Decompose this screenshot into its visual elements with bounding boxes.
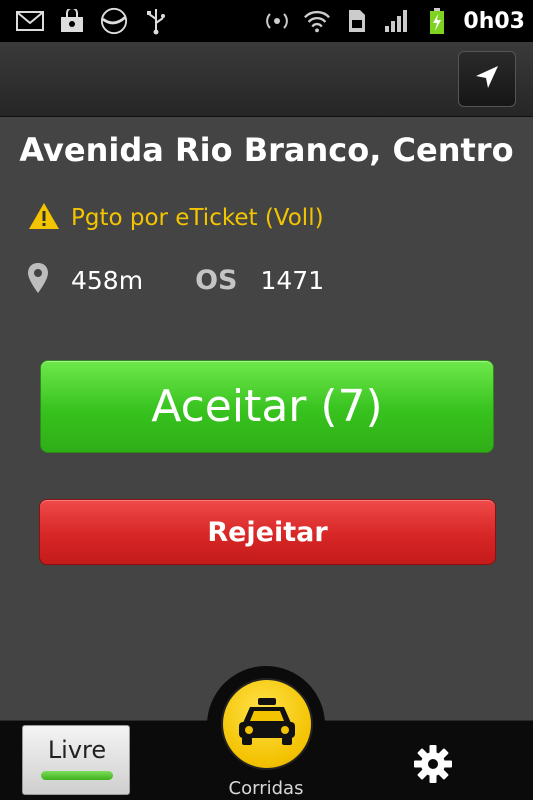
status-toggle-button[interactable]: Livre	[22, 725, 130, 795]
corridas-button[interactable]	[207, 666, 325, 784]
signal-icon	[383, 7, 411, 35]
distance-value: 458m	[71, 265, 144, 295]
status-indicator	[41, 771, 113, 780]
taxi-badge	[221, 678, 313, 770]
gmail-icon	[16, 7, 44, 35]
payment-warning: Pgto por eTicket (Voll)	[27, 201, 324, 235]
location-pin-icon	[27, 262, 49, 298]
pepsi-icon	[100, 7, 128, 35]
clock: 0h03	[463, 8, 525, 34]
status-label: Livre	[47, 736, 107, 764]
navigation-arrow-icon	[473, 63, 501, 95]
corridas-label: Corridas	[228, 778, 304, 799]
action-bar	[0, 42, 533, 117]
reject-button[interactable]: Rejeitar	[39, 499, 496, 565]
taxi-icon	[236, 697, 298, 751]
ride-offer-panel: Avenida Rio Branco, Centro Pgto por eTic…	[0, 117, 533, 720]
sim-icon	[343, 7, 371, 35]
gear-icon	[413, 744, 453, 788]
os-number: 1471	[260, 265, 325, 295]
payment-text: Pgto por eTicket (Voll)	[71, 205, 324, 231]
notification-icons	[16, 5, 170, 37]
status-bar: 0h03	[0, 0, 533, 42]
battery-charging-icon	[423, 7, 451, 35]
settings-button[interactable]	[410, 743, 456, 789]
system-icons: 0h03	[263, 5, 525, 37]
wifi-tethering-icon	[263, 7, 291, 35]
bag-icon	[58, 7, 86, 35]
navigate-button[interactable]	[458, 51, 516, 107]
warning-icon	[27, 201, 61, 235]
wifi-icon	[303, 7, 331, 35]
usb-icon	[142, 7, 170, 35]
pickup-address: Avenida Rio Branco, Centro	[19, 131, 514, 169]
accept-button[interactable]: Aceitar (7)	[40, 360, 494, 453]
ride-info-row: 458m OS 1471	[27, 262, 324, 298]
os-label: OS	[195, 264, 238, 296]
